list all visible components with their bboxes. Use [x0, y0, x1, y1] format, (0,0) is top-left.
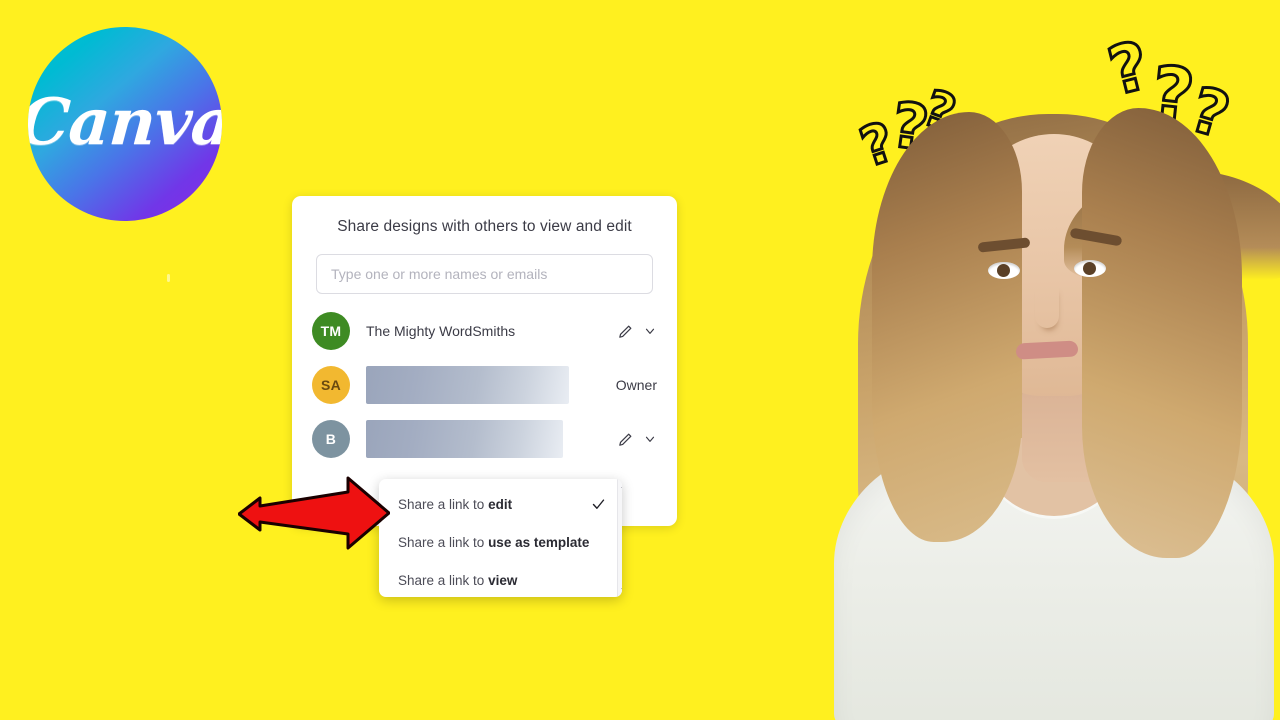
canva-logo: Canva: [28, 27, 222, 221]
row-actions: [617, 431, 657, 448]
person-name-redacted: [366, 366, 604, 404]
role-label: Owner: [615, 377, 657, 393]
person-name-redacted: [366, 420, 605, 458]
menu-item-share-link-view[interactable]: Share a link to view: [379, 561, 617, 597]
menu-item-share-link-edit[interactable]: Share a link to edit: [379, 485, 617, 523]
dropdown-scrollbar[interactable]: [617, 479, 622, 597]
background-speck: [167, 274, 170, 282]
menu-item-list: Share a link to edit Share a link to use…: [379, 479, 617, 597]
scroll-down-arrow[interactable]: [621, 588, 622, 594]
list-item[interactable]: TM The Mighty WordSmiths: [292, 304, 677, 358]
redaction-bar: [366, 420, 563, 458]
person-name: The Mighty WordSmiths: [366, 323, 516, 339]
row-actions: [617, 323, 657, 340]
nose: [1035, 284, 1059, 328]
list-item[interactable]: B: [292, 412, 677, 466]
redaction-bar: [366, 366, 569, 404]
eye-right: [1074, 260, 1106, 277]
pencil-icon[interactable]: [617, 323, 634, 340]
mouth: [1015, 340, 1079, 360]
pointer-arrow: [238, 476, 390, 550]
avatar: TM: [312, 312, 350, 350]
permission-dropdown-menu[interactable]: Share a link to edit Share a link to use…: [379, 479, 622, 597]
menu-item-share-link-template[interactable]: Share a link to use as template: [379, 523, 617, 561]
page-title: Share designs with others to view and ed…: [337, 218, 632, 235]
search-input[interactable]: [316, 254, 653, 294]
list-item[interactable]: SA Owner: [292, 358, 677, 412]
avatar: B: [312, 420, 350, 458]
confused-woman-photo: [826, 72, 1280, 720]
pencil-icon[interactable]: [617, 431, 634, 448]
chevron-down-icon[interactable]: [643, 432, 657, 446]
hair-left: [872, 112, 1022, 542]
eye-left: [988, 262, 1020, 279]
menu-item-label-2: Share a link to view: [398, 572, 518, 588]
chevron-down-icon[interactable]: [643, 324, 657, 338]
menu-item-label-0: Share a link to edit: [398, 496, 513, 512]
hair-right: [1082, 108, 1242, 558]
check-icon: [589, 497, 607, 512]
canva-wordmark: Canva: [28, 84, 222, 160]
menu-item-label-1: Share a link to use as template: [398, 534, 590, 550]
avatar: SA: [312, 366, 350, 404]
people-list: TM The Mighty WordSmiths SA Owner B: [292, 304, 677, 466]
